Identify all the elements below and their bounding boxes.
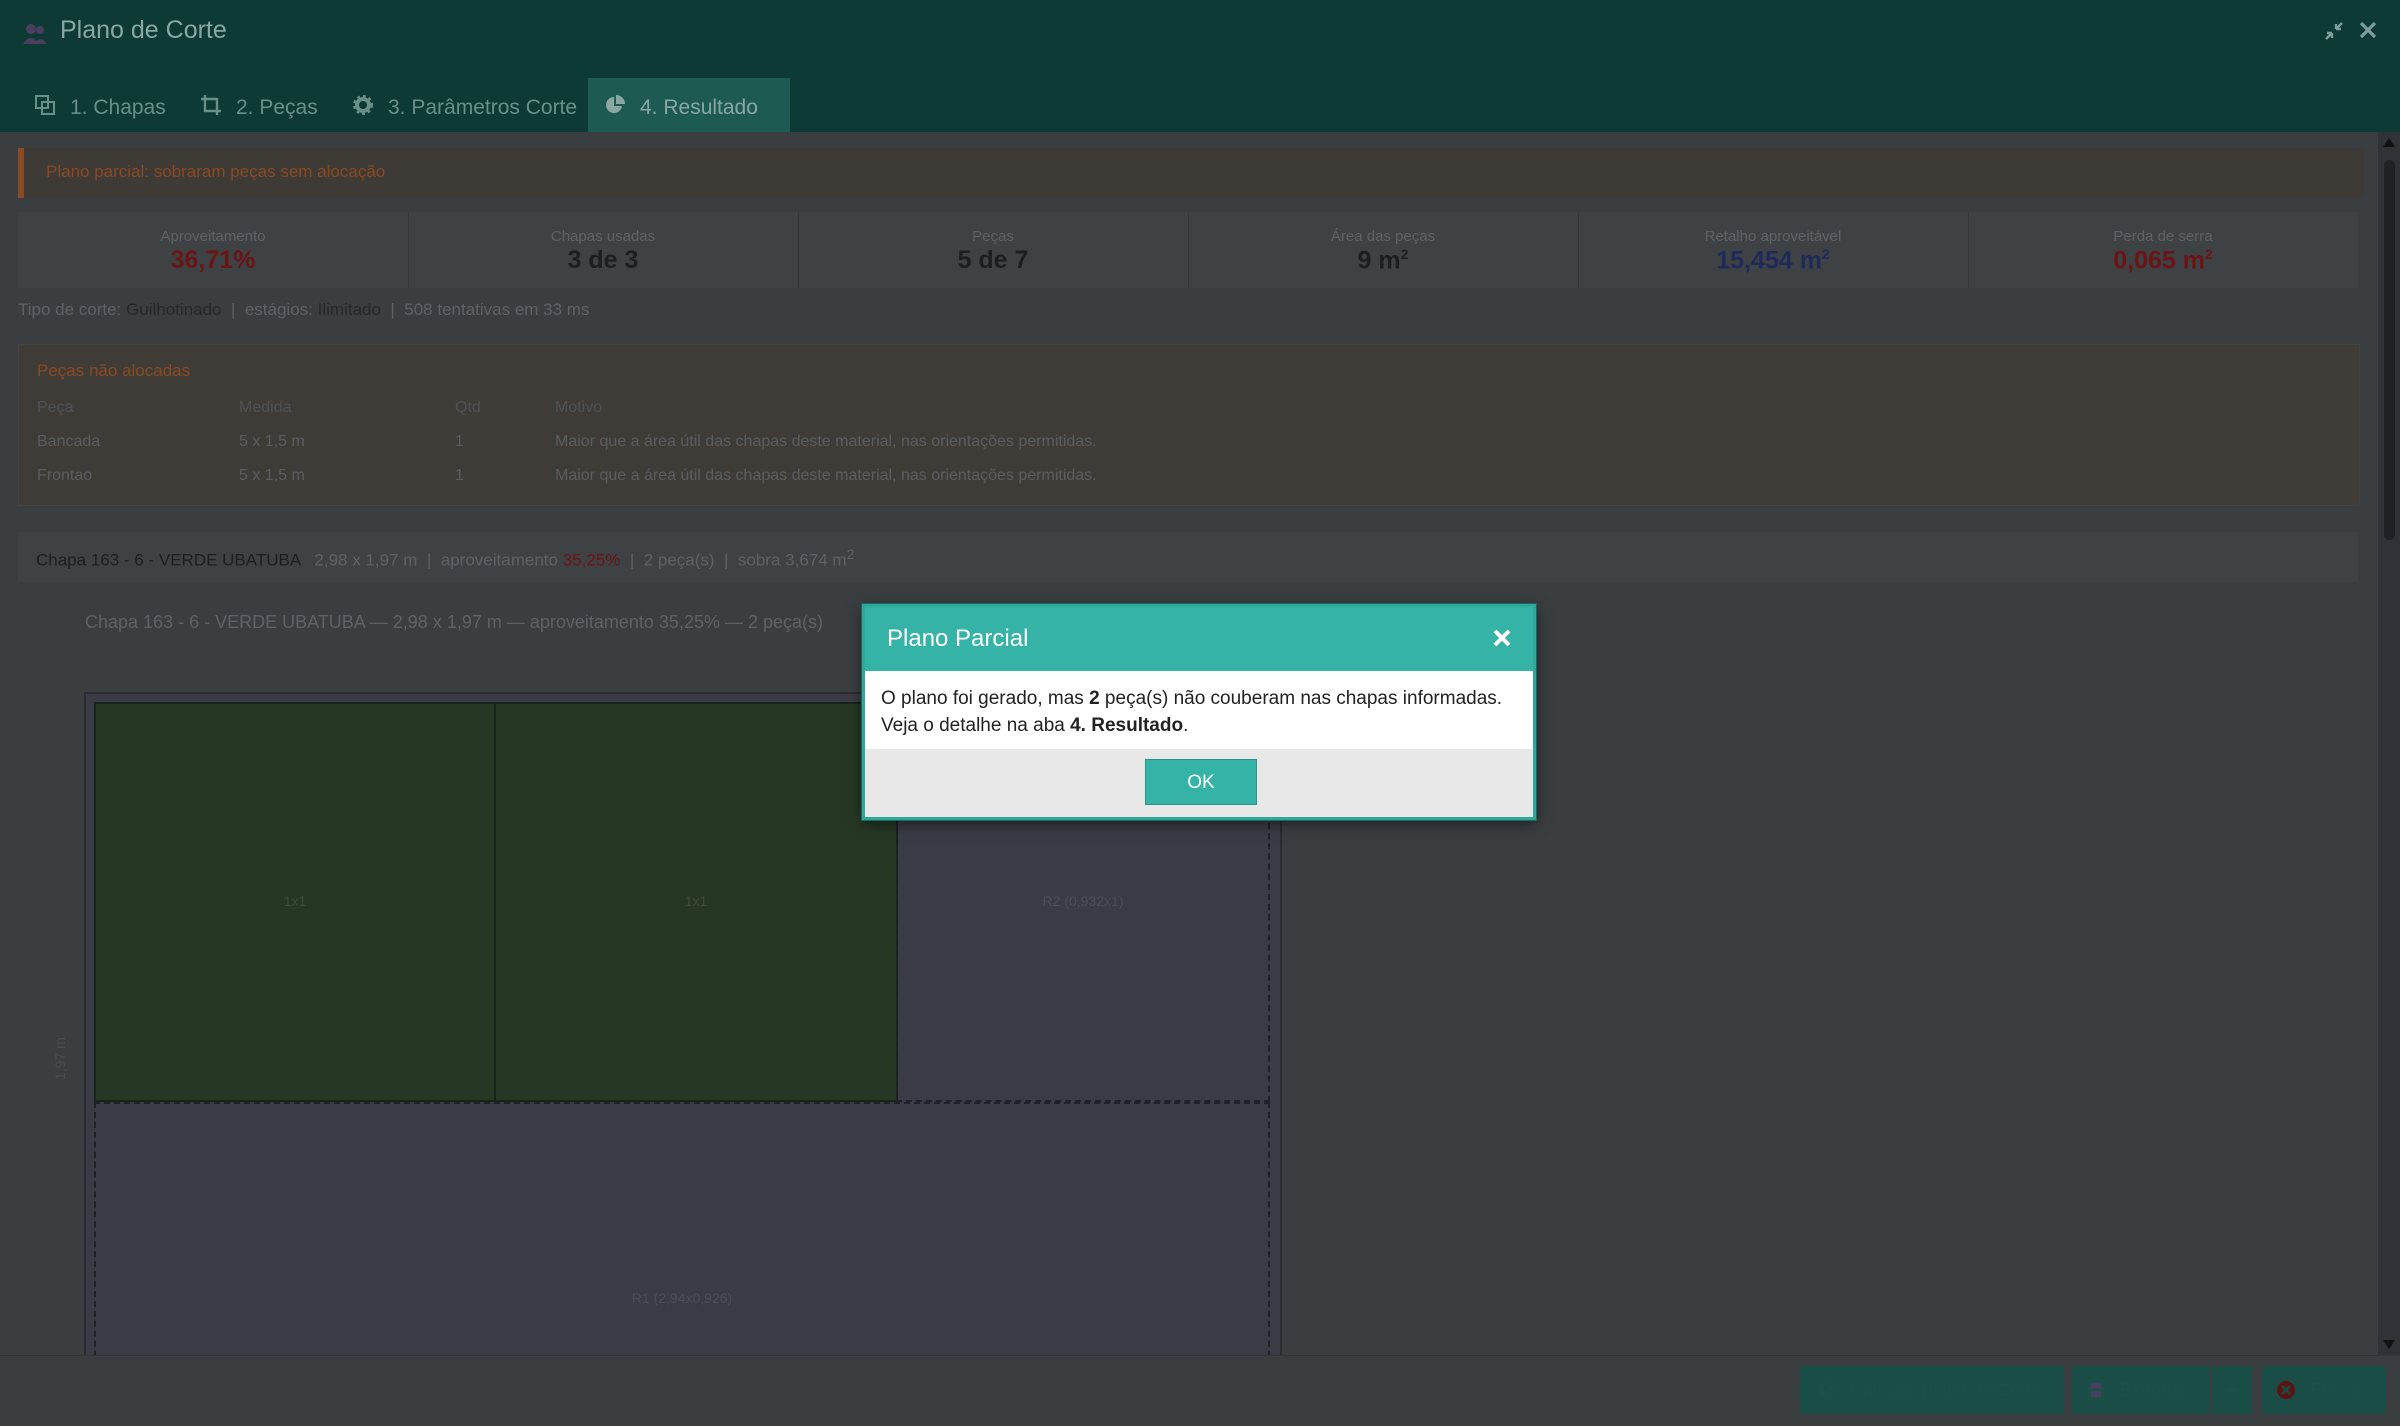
- close-icon[interactable]: [1491, 627, 1513, 649]
- dialog-footer: OK: [865, 749, 1533, 817]
- dialog-header: Plano Parcial: [865, 607, 1533, 671]
- partial-plan-dialog: Plano Parcial O plano foi gerado, mas 2 …: [862, 604, 1536, 820]
- dialog-message: O plano foi gerado, mas 2 peça(s) não co…: [881, 688, 1503, 736]
- app-window: Plano de Corte 1. Chapas 2. Peças 3. Par…: [0, 0, 2400, 1426]
- dialog-title: Plano Parcial: [887, 625, 1029, 652]
- ok-button[interactable]: OK: [1145, 759, 1257, 805]
